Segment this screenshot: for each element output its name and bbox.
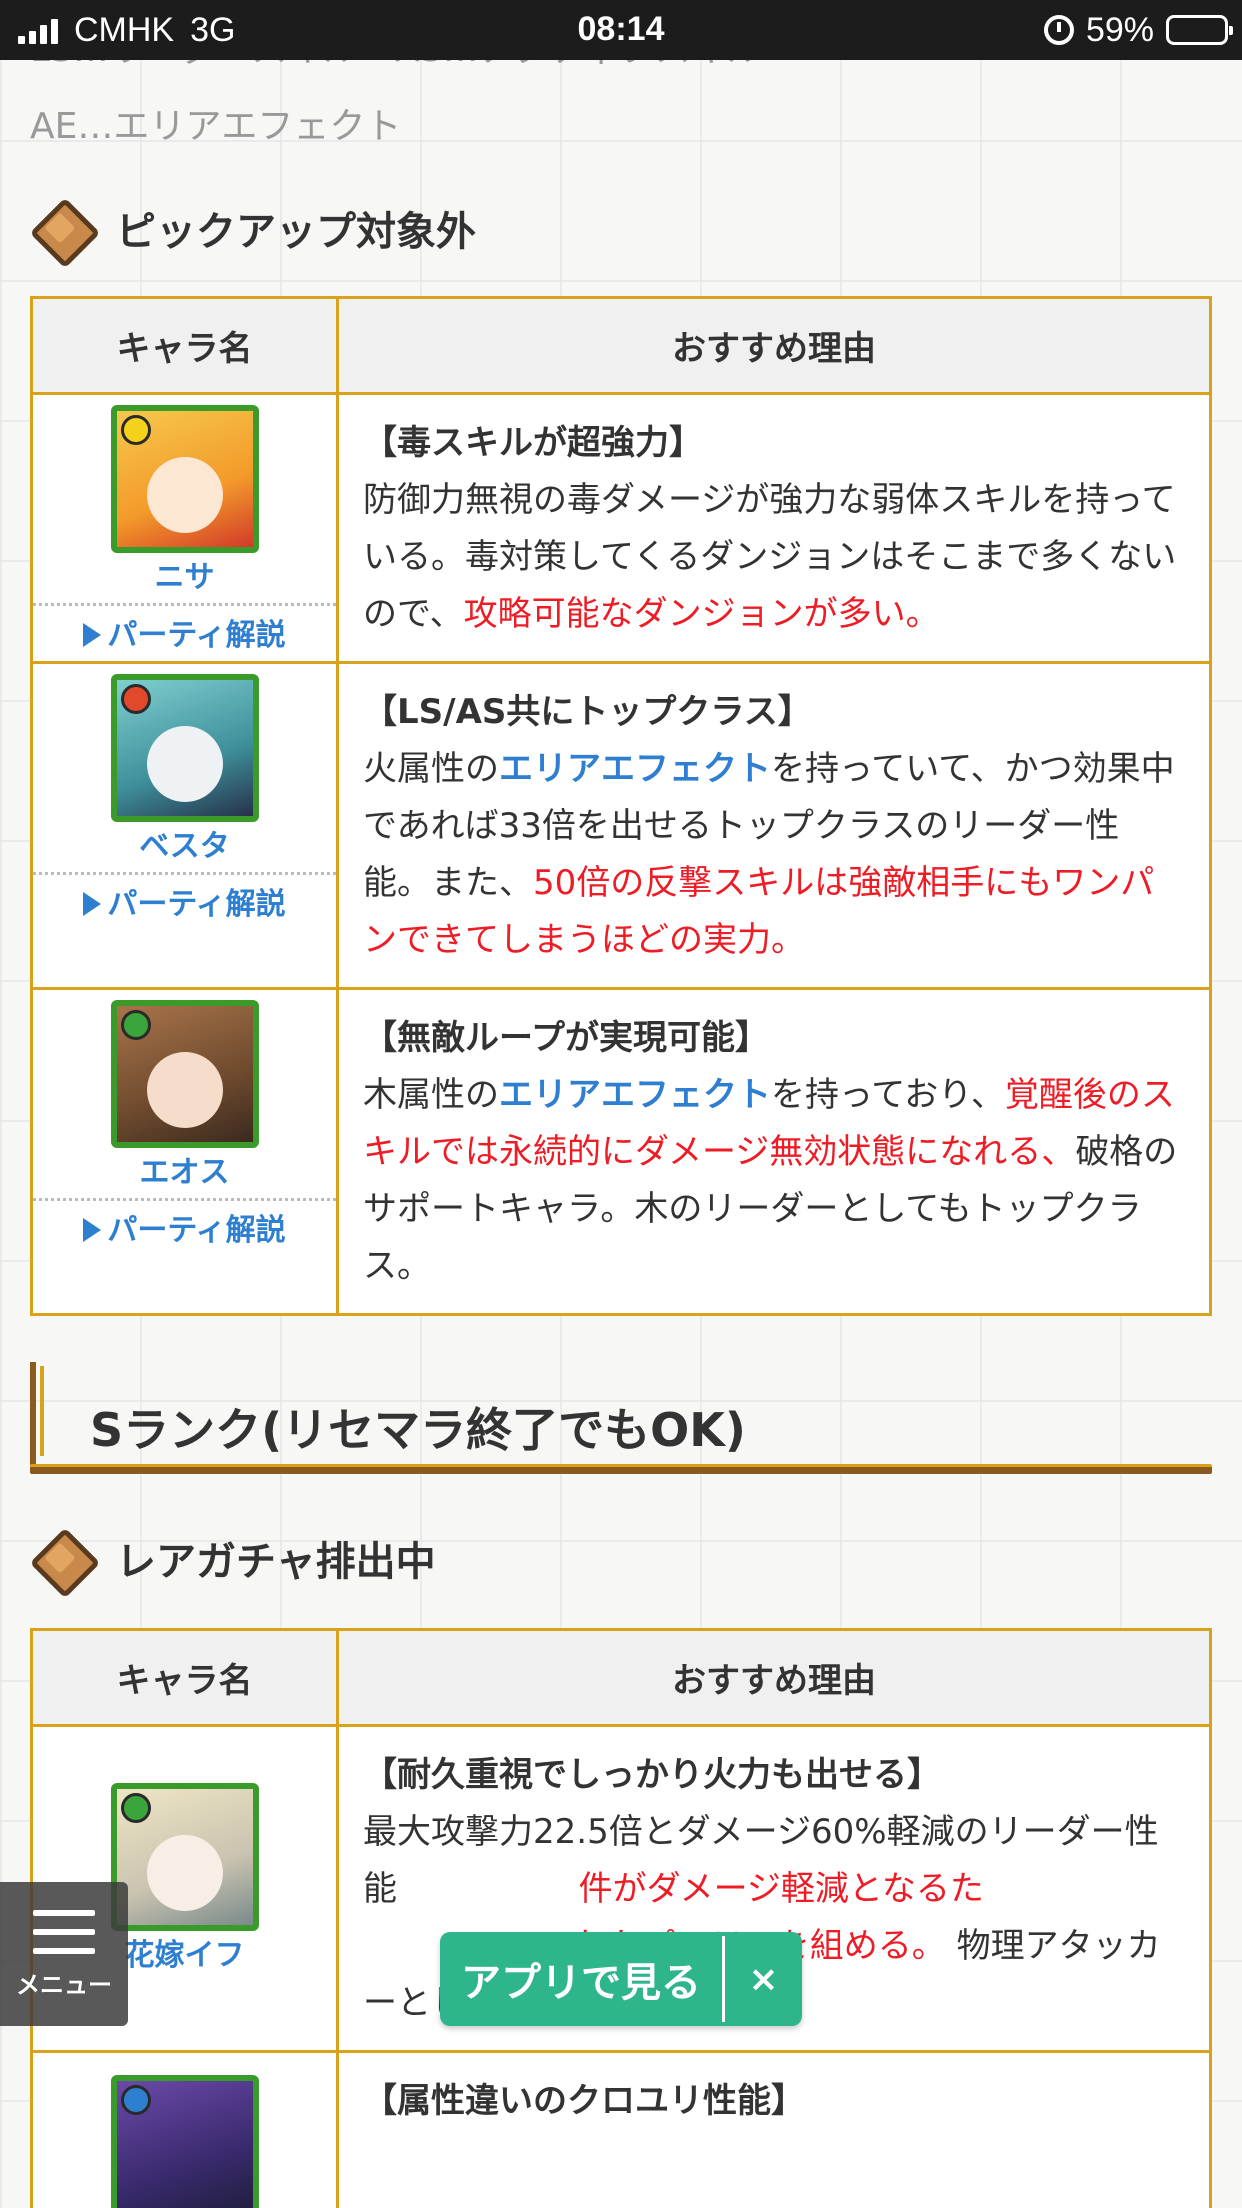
table-row: ニサ パーティ解説 【毒スキルが超強力】 防御力無視の毒ダメージが強力な弱体スキ…	[30, 392, 1212, 664]
menu-button[interactable]: メニュー	[0, 1882, 128, 2026]
reason-cell: 【無敵ループが実現可能】 木属性のエリアエフェクトを持っており、覚醒後のスキルで…	[336, 987, 1212, 1316]
battery-icon	[1166, 15, 1233, 45]
reason-cell: 【属性違いのクロユリ性能】	[336, 2050, 1212, 2208]
rare-gacha-heading: レアガチャ排出中	[30, 1518, 1212, 1598]
diamond-bullet-icon	[30, 1528, 90, 1588]
party-guide-link[interactable]: パーティ解説	[33, 872, 336, 927]
character-name-link[interactable]: 花嫁イフ	[125, 1935, 245, 1977]
character-avatar[interactable]	[110, 2075, 259, 2208]
table-row: 【属性違いのクロユリ性能】	[30, 2050, 1212, 2208]
diamond-bullet-icon	[30, 198, 90, 258]
legend-line-2: AE…エリアエフェクト	[30, 106, 402, 147]
column-header-reason: おすすめ理由	[336, 296, 1212, 395]
character-name-link[interactable]: ニサ	[155, 557, 215, 599]
play-triangle-icon	[83, 623, 102, 647]
column-header-name: キャラ名	[30, 296, 339, 395]
status-bar: CMHK 3G 08:14 59%	[0, 0, 1242, 60]
reason-cell: 【毒スキルが超強力】 防御力無視の毒ダメージが強力な弱体スキルを持っている。毒対…	[336, 392, 1212, 664]
abbreviation-legend: LS…リーダースキル AS…アクティブスキル AE…エリアエフェクト	[30, 54, 1212, 160]
pickup-table: キャラ名 おすすめ理由 ニサ パーティ解説 【毒スキルが超強力】 防御力無視の毒…	[30, 296, 1212, 1316]
rare-gacha-table: キャラ名 おすすめ理由 花嫁イフ 【耐久重視でしっかり火力も出せる】 最大攻撃力…	[30, 1628, 1212, 2208]
s-rank-heading: Sランク(リセマラ終了でもOK)	[30, 1362, 1212, 1482]
pickup-heading: ピックアップ対象外	[30, 188, 1212, 268]
column-header-reason: おすすめ理由	[336, 1628, 1212, 1727]
party-guide-link[interactable]: パーティ解説	[33, 603, 336, 658]
open-in-app-banner[interactable]: アプリで見る ×	[440, 1932, 802, 2026]
reason-cell: 【LS/AS共にトップクラス】 火属性のエリアエフェクトを持っていて、かつ効果中…	[336, 661, 1212, 990]
alarm-icon	[1043, 15, 1074, 45]
character-name-link[interactable]: ベスタ	[139, 826, 230, 868]
character-avatar-eos[interactable]	[110, 1000, 259, 1148]
hamburger-icon	[33, 1910, 95, 1954]
column-header-name: キャラ名	[30, 1628, 339, 1727]
party-guide-link[interactable]: パーティ解説	[33, 1198, 336, 1253]
close-icon[interactable]: ×	[725, 1959, 802, 2000]
character-avatar-vesta[interactable]	[110, 674, 259, 822]
table-row: ベスタ パーティ解説 【LS/AS共にトップクラス】 火属性のエリアエフェクトを…	[30, 661, 1212, 990]
character-avatar-nisa[interactable]	[110, 405, 259, 553]
table-header-row: キャラ名 おすすめ理由	[30, 296, 1212, 395]
area-effect-link[interactable]: エリアエフェクト	[499, 749, 771, 789]
table-row: エオス パーティ解説 【無敵ループが実現可能】 木属性のエリアエフェクトを持って…	[30, 987, 1212, 1316]
play-triangle-icon	[83, 1218, 102, 1242]
area-effect-link[interactable]: エリアエフェクト	[499, 1075, 771, 1115]
play-triangle-icon	[83, 892, 102, 916]
ornament-frame-icon	[30, 1362, 60, 1472]
battery-percent: 59%	[1085, 10, 1154, 49]
character-avatar-bride-ifu[interactable]	[110, 1783, 259, 1931]
table-header-row: キャラ名 おすすめ理由	[30, 1628, 1212, 1727]
character-name-link[interactable]: エオス	[140, 1152, 230, 1194]
open-in-app-button[interactable]: アプリで見る	[440, 1950, 722, 2008]
article-content: LS…リーダースキル AS…アクティブスキル AE…エリアエフェクト ピックアッ…	[30, 54, 1212, 2208]
